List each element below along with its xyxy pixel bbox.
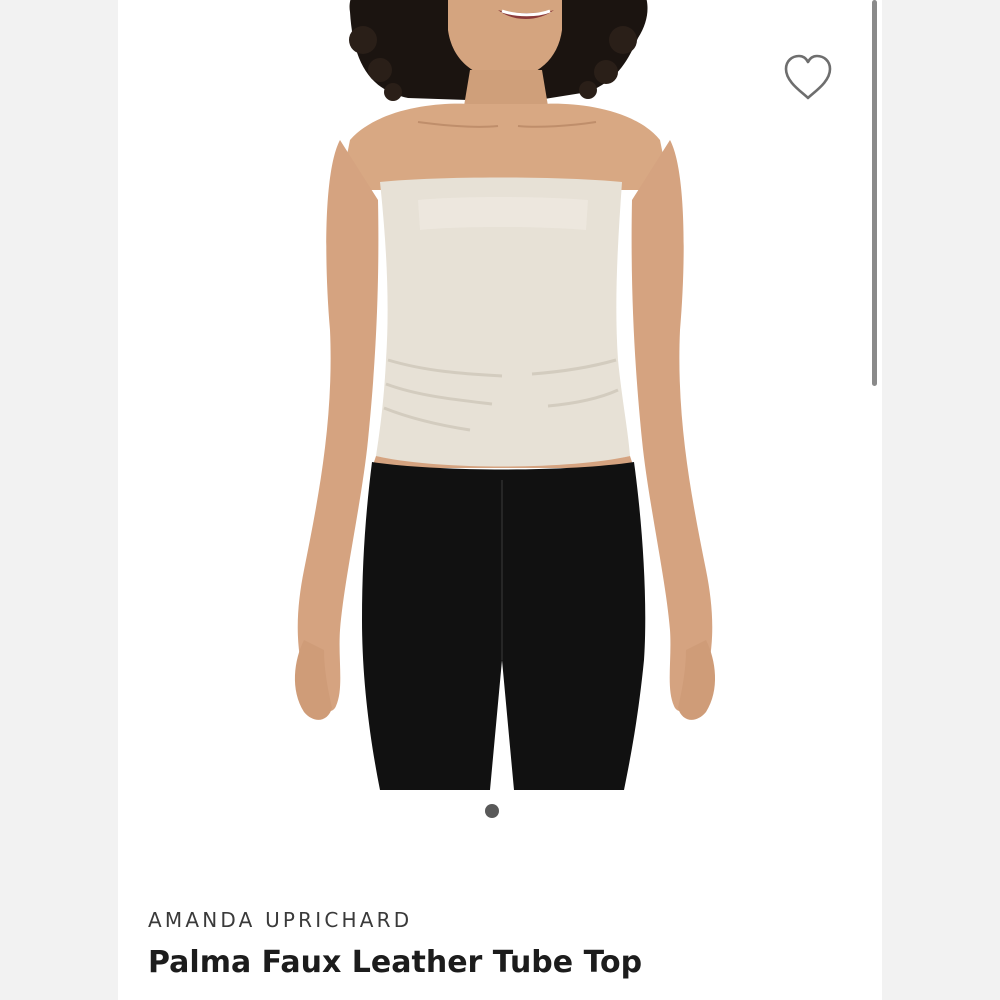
- product-title: Palma Faux Leather Tube Top: [148, 945, 643, 980]
- product-card: AMANDA UPRICHARD Palma Faux Leather Tube…: [118, 0, 882, 1000]
- gallery-pagination: [118, 804, 882, 818]
- product-brand[interactable]: AMANDA UPRICHARD: [148, 908, 412, 932]
- favorite-heart-icon[interactable]: [782, 54, 834, 102]
- black-pants: [362, 462, 646, 790]
- product-screen: AMANDA UPRICHARD Palma Faux Leather Tube…: [0, 0, 1000, 1000]
- right-gutter: [882, 0, 1000, 1000]
- model-shoulders: [340, 103, 670, 190]
- left-gutter: [0, 0, 118, 1000]
- product-image[interactable]: [118, 0, 882, 790]
- pagination-dot-active[interactable]: [484, 804, 499, 818]
- vertical-scrollbar[interactable]: [872, 0, 877, 386]
- product-gallery[interactable]: [118, 0, 882, 790]
